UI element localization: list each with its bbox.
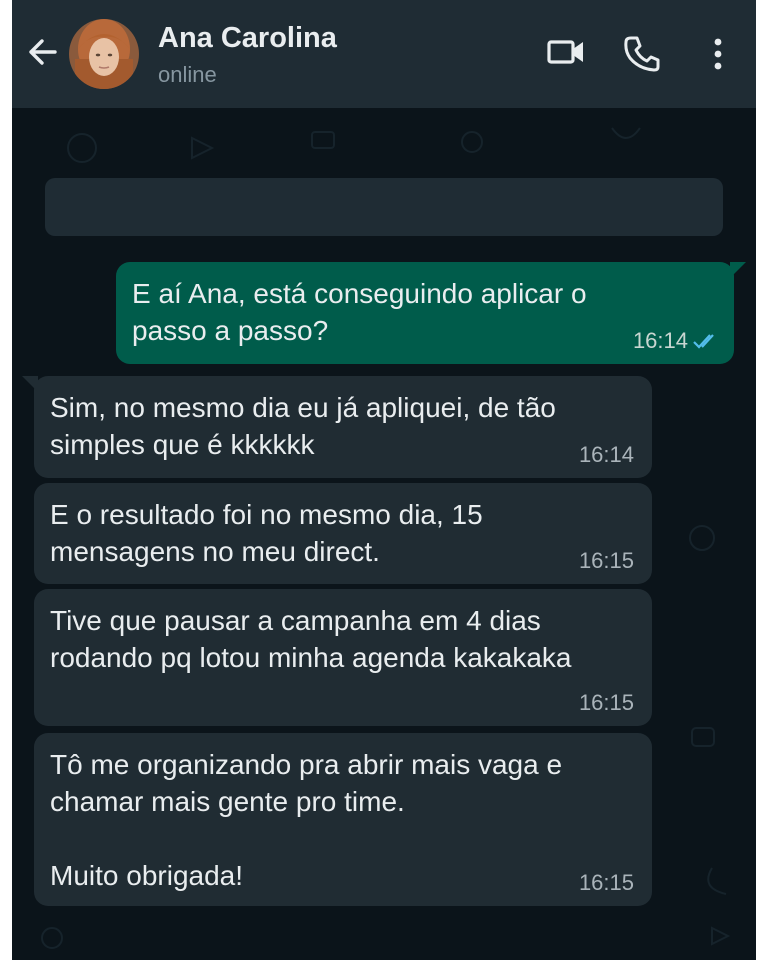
back-arrow-icon[interactable] <box>24 34 60 70</box>
message-time: 16:14 <box>632 328 688 353</box>
message-bubble-incoming[interactable]: E o resultado foi no mesmo dia, 15 mensa… <box>34 483 652 584</box>
message-bubble-outgoing[interactable]: E aí Ana, está conseguindo aplicar o pas… <box>116 262 746 364</box>
message-text: E aí Ana, está conseguindo aplicar o pas… <box>132 278 587 346</box>
video-call-icon[interactable] <box>546 36 586 68</box>
message-list[interactable]: E aí Ana, está conseguindo aplicar o pas… <box>12 108 756 960</box>
message-time: 16:15 <box>578 690 634 715</box>
chat-screen: Ana Carolina online E aí Ana, está conse… <box>12 0 756 960</box>
message-bubble-incoming[interactable]: Tive que pausar a campanha em 4 dias rod… <box>34 589 652 726</box>
message-time: 16:15 <box>578 870 634 895</box>
message-text: Tô me organizando pra abrir mais vaga e … <box>50 749 563 891</box>
message-time: 16:14 <box>578 442 634 467</box>
chat-header: Ana Carolina online <box>12 0 756 108</box>
avatar[interactable] <box>69 19 139 89</box>
message-text: Tive que pausar a campanha em 4 dias rod… <box>50 605 572 673</box>
phone-icon[interactable] <box>622 34 662 74</box>
message-text: E o resultado foi no mesmo dia, 15 mensa… <box>50 499 483 567</box>
more-options-icon[interactable] <box>704 36 732 72</box>
message-time: 16:15 <box>578 548 634 573</box>
message-bubble-incoming[interactable]: Tô me organizando pra abrir mais vaga e … <box>34 733 652 906</box>
date-separator <box>45 178 723 236</box>
contact-name[interactable]: Ana Carolina <box>158 22 337 55</box>
contact-status: online <box>158 62 217 87</box>
read-receipt-icon <box>693 334 714 349</box>
message-bubble-incoming[interactable]: Sim, no mesmo dia eu já apliquei, de tão… <box>22 376 652 478</box>
bubble-tail <box>730 262 746 278</box>
bubble-tail <box>22 376 38 392</box>
message-text: Sim, no mesmo dia eu já apliquei, de tão… <box>50 392 556 460</box>
